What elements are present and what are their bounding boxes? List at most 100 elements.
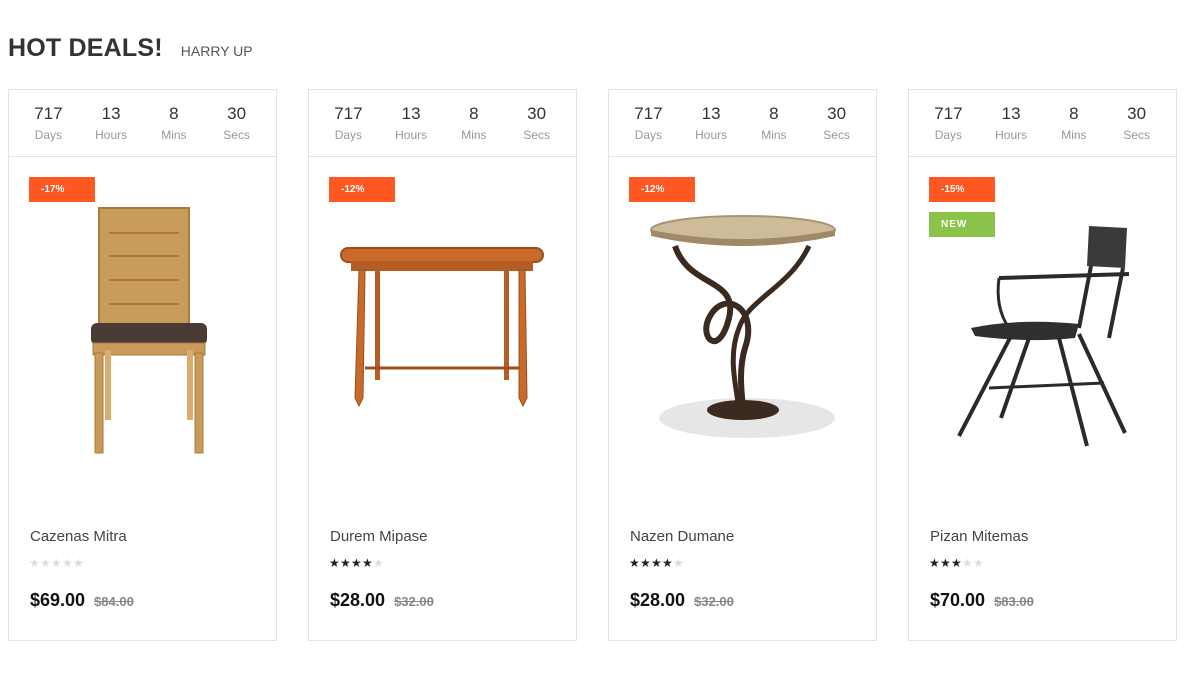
countdown-label: Days bbox=[934, 128, 963, 142]
badge-group: -15% NEW bbox=[929, 177, 995, 247]
star-icon: ★ bbox=[329, 556, 340, 570]
countdown-timer: 717 Days 13 Hours 8 Mins 30 Secs bbox=[9, 90, 276, 157]
star-icon: ★ bbox=[362, 556, 373, 570]
product-card[interactable]: 717 Days 13 Hours 8 Mins 30 Secs -15% NEW bbox=[908, 89, 1177, 641]
countdown-label: Mins bbox=[461, 128, 487, 142]
star-rating: ★ ★ ★ ★ ★ bbox=[929, 557, 984, 569]
current-price: $28.00 bbox=[330, 590, 386, 610]
star-icon: ★ bbox=[73, 556, 84, 570]
star-icon: ★ bbox=[951, 556, 962, 570]
section-title: HOT DEALS! bbox=[8, 34, 163, 62]
star-icon: ★ bbox=[940, 556, 951, 570]
star-icon: ★ bbox=[351, 556, 362, 570]
countdown-label: Secs bbox=[223, 128, 250, 142]
product-card[interactable]: 717 Days 13 Hours 8 Mins 30 Secs -12% Durem … bbox=[308, 89, 577, 641]
star-icon: ★ bbox=[962, 556, 973, 570]
countdown-label: Secs bbox=[523, 128, 550, 142]
countdown-secs: 30 Secs bbox=[807, 90, 867, 156]
countdown-label: Days bbox=[634, 128, 663, 142]
star-icon: ★ bbox=[973, 556, 984, 570]
badge-group: -17% bbox=[29, 177, 95, 212]
product-card[interactable]: 717 Days 13 Hours 8 Mins 30 Secs -12% Nazen … bbox=[608, 89, 877, 641]
product-name[interactable]: Cazenas Mitra bbox=[30, 528, 127, 545]
wooden-table-image bbox=[340, 247, 544, 408]
countdown-hours: 13 Hours bbox=[981, 90, 1041, 156]
countdown-value: 8 bbox=[1069, 104, 1079, 123]
countdown-days: 717 Days bbox=[318, 90, 378, 156]
current-price: $28.00 bbox=[630, 590, 686, 610]
countdown-days: 717 Days bbox=[18, 90, 78, 156]
countdown-value: 30 bbox=[1127, 104, 1147, 123]
countdown-mins: 8 Mins bbox=[144, 90, 204, 156]
countdown-secs: 30 Secs bbox=[507, 90, 567, 156]
star-icon: ★ bbox=[929, 556, 940, 570]
star-icon: ★ bbox=[51, 556, 62, 570]
current-price: $70.00 bbox=[930, 590, 986, 610]
countdown-value: 13 bbox=[401, 104, 421, 123]
countdown-label: Hours bbox=[395, 128, 428, 142]
star-icon: ★ bbox=[629, 556, 640, 570]
price-block: $69.00 $84.00 bbox=[30, 590, 134, 611]
star-rating: ★ ★ ★ ★ ★ bbox=[29, 557, 84, 569]
price-block: $28.00 $32.00 bbox=[630, 590, 734, 611]
star-icon: ★ bbox=[40, 556, 51, 570]
countdown-value: 717 bbox=[334, 104, 363, 123]
discount-badge: -15% bbox=[929, 177, 995, 202]
countdown-label: Mins bbox=[761, 128, 787, 142]
countdown-hours: 13 Hours bbox=[381, 90, 441, 156]
star-icon: ★ bbox=[673, 556, 684, 570]
star-icon: ★ bbox=[651, 556, 662, 570]
star-icon: ★ bbox=[29, 556, 40, 570]
countdown-mins: 8 Mins bbox=[1044, 90, 1104, 156]
countdown-label: Hours bbox=[695, 128, 728, 142]
countdown-label: Days bbox=[34, 128, 63, 142]
countdown-label: Days bbox=[334, 128, 363, 142]
countdown-hours: 13 Hours bbox=[81, 90, 141, 156]
old-price: $83.00 bbox=[994, 594, 1034, 609]
product-image[interactable] bbox=[329, 178, 558, 458]
star-icon: ★ bbox=[373, 556, 384, 570]
discount-badge: -17% bbox=[29, 177, 95, 202]
countdown-days: 717 Days bbox=[618, 90, 678, 156]
star-icon: ★ bbox=[62, 556, 73, 570]
countdown-timer: 717 Days 13 Hours 8 Mins 30 Secs bbox=[609, 90, 876, 157]
countdown-value: 13 bbox=[1001, 104, 1021, 123]
old-price: $32.00 bbox=[394, 594, 434, 609]
star-icon: ★ bbox=[640, 556, 651, 570]
countdown-label: Hours bbox=[995, 128, 1028, 142]
countdown-value: 8 bbox=[469, 104, 479, 123]
countdown-hours: 13 Hours bbox=[681, 90, 741, 156]
star-rating: ★ ★ ★ ★ ★ bbox=[629, 557, 684, 569]
countdown-value: 717 bbox=[34, 104, 63, 123]
countdown-label: Hours bbox=[95, 128, 128, 142]
countdown-mins: 8 Mins bbox=[744, 90, 804, 156]
countdown-value: 717 bbox=[634, 104, 663, 123]
old-price: $84.00 bbox=[94, 594, 134, 609]
countdown-timer: 717 Days 13 Hours 8 Mins 30 Secs bbox=[909, 90, 1176, 157]
countdown-secs: 30 Secs bbox=[1107, 90, 1167, 156]
countdown-label: Secs bbox=[823, 128, 850, 142]
price-block: $70.00 $83.00 bbox=[930, 590, 1034, 611]
old-price: $32.00 bbox=[694, 594, 734, 609]
countdown-secs: 30 Secs bbox=[207, 90, 267, 156]
countdown-value: 30 bbox=[827, 104, 847, 123]
product-image[interactable] bbox=[29, 178, 258, 458]
product-grid: 717 Days 13 Hours 8 Mins 30 Secs -17% Ca… bbox=[8, 89, 1177, 641]
product-name[interactable]: Pizan Mitemas bbox=[930, 528, 1028, 545]
countdown-label: Secs bbox=[1123, 128, 1150, 142]
countdown-value: 30 bbox=[227, 104, 247, 123]
star-rating: ★ ★ ★ ★ ★ bbox=[329, 557, 384, 569]
product-name[interactable]: Durem Mipase bbox=[330, 528, 428, 545]
countdown-days: 717 Days bbox=[918, 90, 978, 156]
current-price: $69.00 bbox=[30, 590, 86, 610]
product-image[interactable] bbox=[629, 178, 858, 458]
new-badge: NEW bbox=[929, 212, 995, 237]
product-name[interactable]: Nazen Dumane bbox=[630, 528, 734, 545]
product-card[interactable]: 717 Days 13 Hours 8 Mins 30 Secs -17% Ca… bbox=[8, 89, 277, 641]
countdown-value: 717 bbox=[934, 104, 963, 123]
countdown-label: Mins bbox=[161, 128, 187, 142]
section-subtitle: HARRY UP bbox=[180, 43, 253, 59]
discount-badge: -12% bbox=[629, 177, 695, 202]
countdown-mins: 8 Mins bbox=[444, 90, 504, 156]
countdown-value: 8 bbox=[769, 104, 779, 123]
